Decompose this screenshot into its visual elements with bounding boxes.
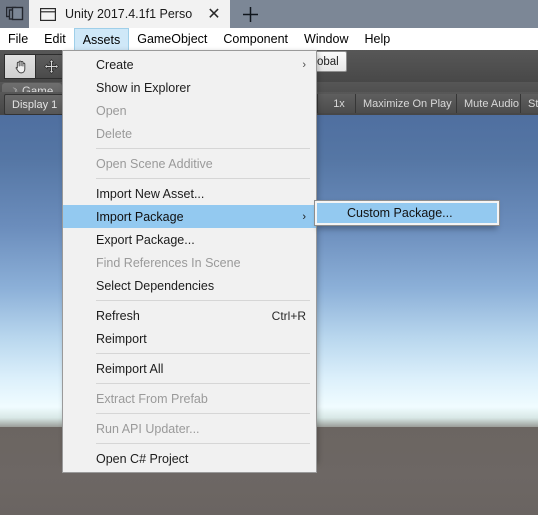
browser-window-icon-glyph [40, 7, 56, 21]
move-arrows-icon [43, 59, 59, 74]
menu-item-run-api-updater: Run API Updater... [63, 417, 316, 440]
menu-item-show-in-explorer[interactable]: Show in Explorer [63, 76, 316, 99]
menu-item-shortcut: Ctrl+R [271, 308, 306, 323]
menu-item-label: Delete [96, 126, 133, 141]
hand-tool-button[interactable] [4, 54, 35, 79]
hand-icon [15, 60, 25, 74]
menu-item-label: Run API Updater... [96, 421, 200, 436]
menu-item-refresh[interactable]: Refresh Ctrl+R [63, 304, 316, 327]
display-dropdown[interactable]: Display 1 [4, 94, 66, 115]
menu-separator [96, 353, 310, 354]
browser-window-icon [40, 7, 56, 21]
menu-item-import-package[interactable]: Import Package › [63, 205, 316, 228]
menu-separator [96, 413, 310, 414]
import-package-submenu: Custom Package... [314, 200, 500, 226]
unity-menubar: File Edit Assets GameObject Component Wi… [0, 28, 538, 50]
menu-item-open: Open [63, 99, 316, 122]
close-icon[interactable]: ✕ [206, 6, 222, 23]
menu-item-label: Open Scene Additive [96, 156, 213, 171]
menu-item-label: Show in Explorer [96, 80, 191, 95]
menu-item-reimport[interactable]: Reimport [63, 327, 316, 350]
mute-audio-toggle[interactable]: Mute Audio [456, 94, 528, 113]
menu-item-label: Create [96, 57, 134, 72]
menu-item-label: Export Package... [96, 232, 195, 247]
menu-item-label: Reimport All [96, 361, 164, 376]
menu-item-label: Extract From Prefab [96, 391, 208, 406]
menubar-item-window[interactable]: Window [296, 28, 356, 50]
tab-title: Unity 2017.4.1f1 Persor [65, 7, 193, 21]
menu-item-extract-from-prefab: Extract From Prefab [63, 387, 316, 410]
menu-item-export-package[interactable]: Export Package... [63, 228, 316, 251]
plus-icon [242, 6, 258, 22]
menu-item-label: Import New Asset... [96, 186, 205, 201]
menu-item-find-references-in-scene: Find References In Scene [63, 251, 316, 274]
windows-stack-icon[interactable] [0, 0, 29, 28]
menu-separator [96, 300, 310, 301]
menu-item-label: Import Package [96, 209, 184, 224]
menubar-item-help[interactable]: Help [356, 28, 398, 50]
assets-dropdown-menu: Create › Show in Explorer Open Delete Op… [62, 50, 317, 473]
window-titlebar: Unity 2017.4.1f1 Persor ✕ [0, 0, 538, 28]
menubar-item-file[interactable]: File [0, 28, 36, 50]
menu-item-label: Open C# Project [96, 451, 189, 466]
new-tab-button[interactable] [231, 0, 269, 28]
chevron-right-icon: › [302, 58, 306, 71]
menu-item-select-dependencies[interactable]: Select Dependencies [63, 274, 316, 297]
menubar-item-gameobject[interactable]: GameObject [129, 28, 215, 50]
windows-stack-icon-glyph [5, 6, 23, 21]
menu-item-label: Reimport [96, 331, 147, 346]
stats-toggle[interactable]: St [520, 94, 538, 113]
menubar-item-component[interactable]: Component [215, 28, 296, 50]
menu-item-delete: Delete [63, 122, 316, 145]
menu-item-label: Select Dependencies [96, 278, 215, 293]
menu-separator [96, 383, 310, 384]
chevron-right-icon: › [302, 210, 306, 223]
submenu-item-custom-package[interactable]: Custom Package... [317, 203, 497, 223]
menu-item-label: Find References In Scene [96, 255, 241, 270]
menu-item-create[interactable]: Create › [63, 53, 316, 76]
menu-item-label: Refresh [96, 308, 140, 323]
menubar-item-edit[interactable]: Edit [36, 28, 74, 50]
menu-separator [96, 443, 310, 444]
menu-item-open-csharp-project[interactable]: Open C# Project [63, 447, 316, 470]
menu-item-label: Open [96, 103, 127, 118]
menubar-item-assets[interactable]: Assets [73, 28, 130, 50]
menu-item-reimport-all[interactable]: Reimport All [63, 357, 316, 380]
unity-editor-window: Unity 2017.4.1f1 Persor ✕ File Edit Asse… [0, 0, 538, 515]
transform-tools-group [4, 54, 67, 79]
submenu-item-label: Custom Package... [347, 206, 453, 220]
menu-separator [96, 148, 310, 149]
maximize-on-play-toggle[interactable]: Maximize On Play [355, 94, 460, 113]
menu-item-open-scene-additive: Open Scene Additive [63, 152, 316, 175]
browser-tab[interactable]: Unity 2017.4.1f1 Persor ✕ [29, 0, 230, 28]
menu-item-import-new-asset[interactable]: Import New Asset... [63, 182, 316, 205]
menu-separator [96, 178, 310, 179]
